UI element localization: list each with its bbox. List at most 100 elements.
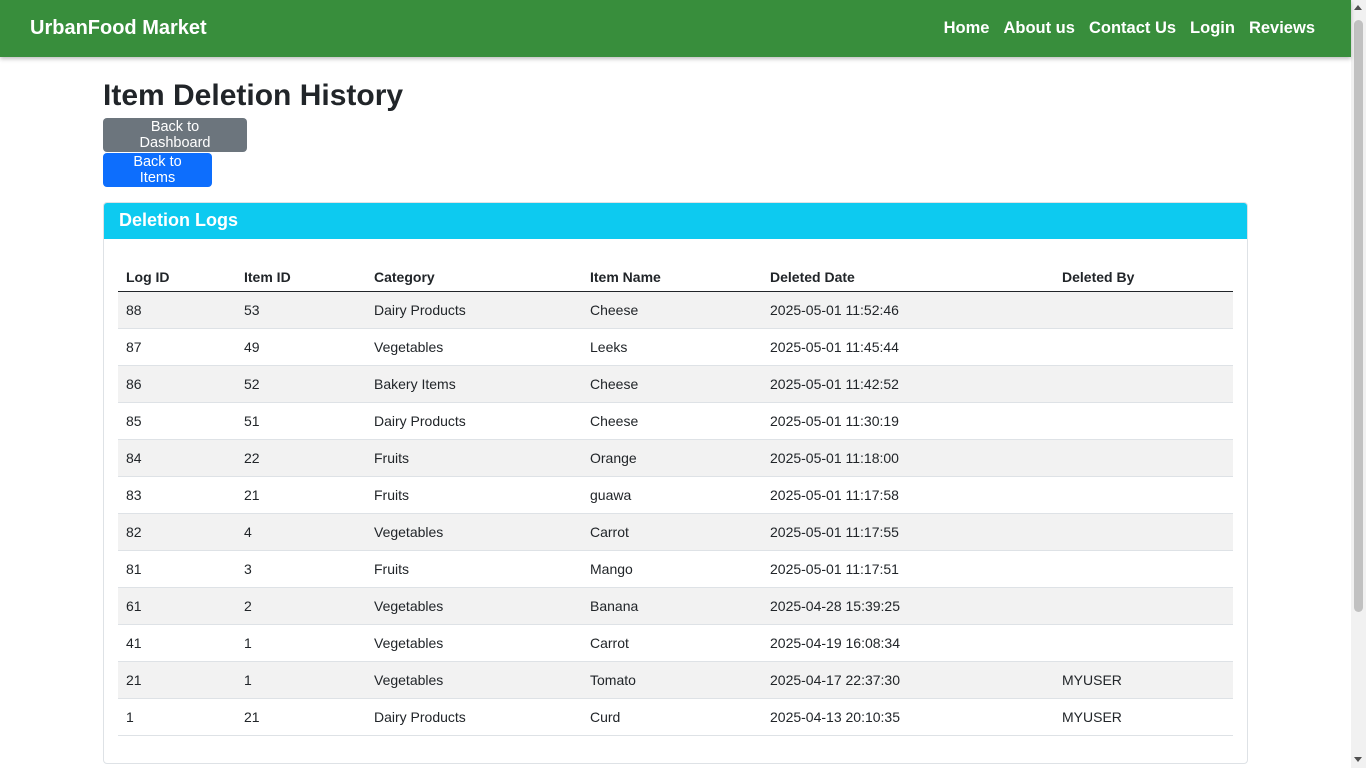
table-body: 88 53 Dairy Products Cheese 2025-05-01 11:52…	[118, 291, 1233, 736]
table-row: 82 4 Vegetables Carrot 2025-05-01 11:17:55	[118, 513, 1233, 551]
nav-link-login[interactable]: Login	[1190, 19, 1235, 38]
log-id-cell: 87	[118, 328, 236, 366]
deleted-by-cell: MYUSER	[1054, 661, 1233, 699]
deleted-date-cell: 2025-04-19 16:08:34	[762, 624, 1054, 662]
item-id-cell: 52	[236, 365, 366, 403]
item-id-cell: 3	[236, 550, 366, 588]
deleted-by-cell	[1054, 476, 1233, 514]
page-title: Item Deletion History	[103, 79, 404, 112]
deleted-by-cell	[1054, 587, 1233, 625]
deleted-date-cell: 2025-04-28 15:39:25	[762, 587, 1054, 625]
deleted-date-cell: 2025-05-01 11:17:51	[762, 550, 1054, 588]
nav-link-home[interactable]: Home	[944, 19, 990, 38]
deleted-by-cell	[1054, 624, 1233, 662]
deleted-by-cell	[1054, 439, 1233, 477]
scroll-up-arrow-icon[interactable]	[1354, 5, 1362, 10]
deleted-date-cell: 2025-05-01 11:18:00	[762, 439, 1054, 477]
category-cell: Vegetables	[366, 661, 582, 699]
item-id-cell: 53	[236, 291, 366, 329]
log-id-cell: 86	[118, 365, 236, 403]
category-cell: Vegetables	[366, 624, 582, 662]
deleted-date-cell: 2025-05-01 11:42:52	[762, 365, 1054, 403]
main-container: Item Deletion History Back to Dashboard …	[103, 57, 1248, 764]
column-header-deleted-by: Deleted By	[1054, 254, 1233, 292]
nav-link-about[interactable]: About us	[1003, 19, 1075, 38]
column-header-item-id: Item ID	[236, 254, 366, 292]
deleted-by-cell	[1054, 550, 1233, 588]
category-cell: Fruits	[366, 550, 582, 588]
deleted-date-cell: 2025-05-01 11:17:55	[762, 513, 1054, 551]
log-id-cell: 88	[118, 291, 236, 329]
deleted-date-cell: 2025-05-01 11:52:46	[762, 291, 1054, 329]
deleted-by-cell	[1054, 291, 1233, 329]
item-name-cell: Cheese	[582, 365, 762, 403]
item-id-cell: 21	[236, 698, 366, 736]
scroll-down-arrow-icon[interactable]	[1354, 757, 1362, 762]
nav-link-contact[interactable]: Contact Us	[1089, 19, 1176, 38]
table-row: 84 22 Fruits Orange 2025-05-01 11:18:00	[118, 439, 1233, 477]
column-header-item-name: Item Name	[582, 254, 762, 292]
category-cell: Fruits	[366, 439, 582, 477]
item-id-cell: 4	[236, 513, 366, 551]
item-name-cell: Carrot	[582, 513, 762, 551]
deleted-date-cell: 2025-05-01 11:45:44	[762, 328, 1054, 366]
card-header: Deletion Logs	[104, 203, 1247, 239]
table-row: 1 21 Dairy Products Curd 2025-04-13 20:10:35…	[118, 698, 1233, 736]
card-body: Log ID Item ID Category Item Name Delete…	[104, 239, 1247, 736]
deleted-date-cell: 2025-05-01 11:17:58	[762, 476, 1054, 514]
nav-link-reviews[interactable]: Reviews	[1249, 19, 1315, 38]
table-row: 85 51 Dairy Products Cheese 2025-05-01 11:30…	[118, 402, 1233, 440]
deletion-logs-card: Deletion Logs Log ID Item ID Category It…	[103, 202, 1248, 764]
table-row: 87 49 Vegetables Leeks 2025-05-01 11:45:44	[118, 328, 1233, 366]
table-row: 83 21 Fruits guawa 2025-05-01 11:17:58	[118, 476, 1233, 514]
deleted-by-cell	[1054, 328, 1233, 366]
vertical-scrollbar[interactable]	[1351, 0, 1366, 768]
deleted-by-cell	[1054, 365, 1233, 403]
item-name-cell: guawa	[582, 476, 762, 514]
table-header-row: Log ID Item ID Category Item Name Delete…	[118, 254, 1233, 292]
table-row: 88 53 Dairy Products Cheese 2025-05-01 11:52…	[118, 291, 1233, 329]
log-id-cell: 83	[118, 476, 236, 514]
deletion-logs-table: Log ID Item ID Category Item Name Delete…	[118, 254, 1233, 736]
back-to-items-button[interactable]: Back to Items	[103, 153, 212, 187]
back-to-dashboard-button[interactable]: Back to Dashboard	[103, 118, 247, 152]
item-name-cell: Cheese	[582, 291, 762, 329]
log-id-cell: 85	[118, 402, 236, 440]
item-id-cell: 21	[236, 476, 366, 514]
category-cell: Dairy Products	[366, 291, 582, 329]
deleted-date-cell: 2025-04-17 22:37:30	[762, 661, 1054, 699]
item-id-cell: 1	[236, 624, 366, 662]
deleted-date-cell: 2025-04-13 20:10:35	[762, 698, 1054, 736]
category-cell: Vegetables	[366, 328, 582, 366]
table-row: 41 1 Vegetables Carrot 2025-04-19 16:08:34	[118, 624, 1233, 662]
column-header-log-id: Log ID	[118, 254, 236, 292]
log-id-cell: 1	[118, 698, 236, 736]
item-name-cell: Mango	[582, 550, 762, 588]
brand-link[interactable]: UrbanFood Market	[30, 17, 207, 40]
column-header-category: Category	[366, 254, 582, 292]
navbar: UrbanFood Market Home About us Contact U…	[0, 0, 1351, 57]
log-id-cell: 21	[118, 661, 236, 699]
item-id-cell: 51	[236, 402, 366, 440]
column-header-deleted-date: Deleted Date	[762, 254, 1054, 292]
log-id-cell: 61	[118, 587, 236, 625]
item-id-cell: 1	[236, 661, 366, 699]
item-id-cell: 2	[236, 587, 366, 625]
scroll-thumb[interactable]	[1354, 20, 1363, 612]
category-cell: Bakery Items	[366, 365, 582, 403]
log-id-cell: 84	[118, 439, 236, 477]
table-row: 61 2 Vegetables Banana 2025-04-28 15:39:25	[118, 587, 1233, 625]
log-id-cell: 82	[118, 513, 236, 551]
nav-links: Home About us Contact Us Login Reviews	[944, 19, 1315, 38]
item-name-cell: Tomato	[582, 661, 762, 699]
category-cell: Dairy Products	[366, 402, 582, 440]
category-cell: Fruits	[366, 476, 582, 514]
item-name-cell: Carrot	[582, 624, 762, 662]
deleted-by-cell	[1054, 402, 1233, 440]
table-row: 21 1 Vegetables Tomato 2025-04-17 22:37:30 MY…	[118, 661, 1233, 699]
deleted-date-cell: 2025-05-01 11:30:19	[762, 402, 1054, 440]
item-name-cell: Curd	[582, 698, 762, 736]
table-row: 86 52 Bakery Items Cheese 2025-05-01 11:42:5…	[118, 365, 1233, 403]
item-name-cell: Orange	[582, 439, 762, 477]
deleted-by-cell	[1054, 513, 1233, 551]
